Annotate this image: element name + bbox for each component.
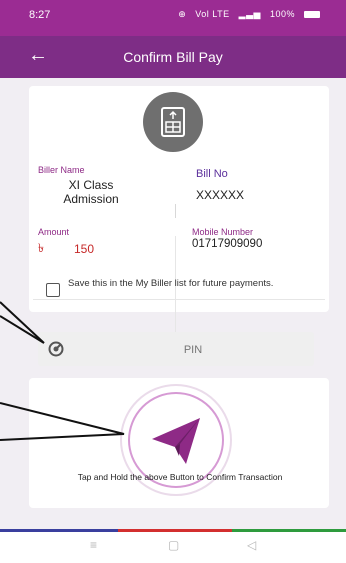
system-nav-bar: ≡ ▢ ◁ <box>0 532 346 563</box>
status-icons: ⊕ Vol LTE ▂▃▅ 100% <box>172 9 320 20</box>
battery-icon <box>304 11 320 19</box>
pin-input[interactable] <box>78 332 308 368</box>
menu-icon[interactable]: ≡ <box>90 538 97 552</box>
battery-text: 100% <box>269 9 295 19</box>
page-title: Confirm Bill Pay <box>123 49 223 65</box>
amount-label: Amount <box>38 227 70 237</box>
biller-name-value: XI Class Admission <box>63 178 119 206</box>
bill-document-icon <box>143 92 203 152</box>
home-icon[interactable]: ▢ <box>168 538 179 552</box>
signal-icon: ▂▃▅ <box>238 9 261 19</box>
pin-field[interactable] <box>38 332 314 368</box>
back-icon[interactable]: ◁ <box>247 538 256 552</box>
bill-no-value: XXXXXX <box>196 188 245 202</box>
lock-dial-icon <box>48 341 64 357</box>
bill-no-label: Bill No <box>196 168 228 180</box>
confirm-hint: Tap and Hold the above Button to Confirm… <box>77 472 283 482</box>
status-time: 8:27 <box>29 9 51 21</box>
alarm-icon: ⊕ <box>178 9 187 19</box>
status-bar: 8:27 ⊕ Vol LTE ▂▃▅ 100% <box>0 0 346 36</box>
signal-text: Vol LTE <box>195 9 230 19</box>
app-bar: ← Confirm Bill Pay <box>0 36 346 78</box>
biller-name-label: Biller Name <box>38 165 85 175</box>
save-biller-option[interactable]: Save this in the My Biller list for futu… <box>46 278 306 304</box>
divider <box>175 204 176 218</box>
mobile-label: Mobile Number <box>192 227 254 237</box>
currency-symbol: ৳ <box>38 241 44 255</box>
mobile-value: 01717909090 <box>192 238 263 250</box>
save-checkbox[interactable] <box>46 283 60 297</box>
save-option-label: Save this in the My Biller list for futu… <box>68 278 274 289</box>
amount-value: 150 <box>74 242 95 256</box>
